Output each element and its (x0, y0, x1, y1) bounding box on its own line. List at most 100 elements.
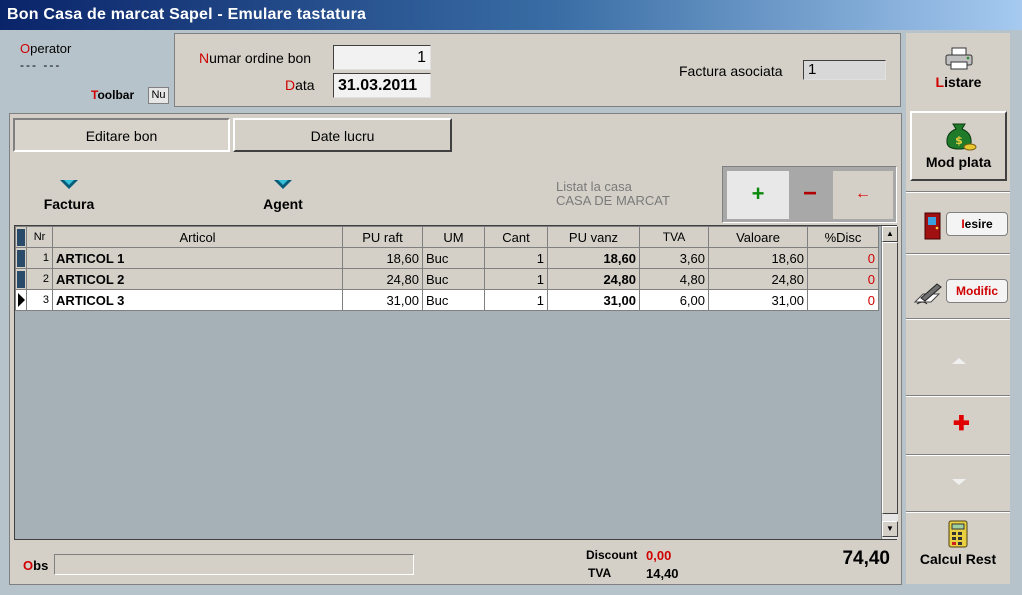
tab-date-lucru[interactable]: Date lucru (233, 118, 452, 152)
toolbar-toggle[interactable]: Nu (148, 87, 169, 104)
col-cant[interactable]: Cant (484, 226, 548, 248)
listare-button[interactable]: Listare (910, 33, 1007, 101)
agent-button[interactable]: Agent (233, 170, 333, 220)
cell-pu-raft[interactable]: 18,60 (342, 247, 423, 269)
items-table: Nr Articol PU raft UM Cant PU vanz TVA V… (15, 226, 879, 311)
listat-line1: Listat la casa (556, 179, 632, 194)
listare-label: Listare (910, 74, 1007, 90)
row-pointer-icon[interactable] (15, 289, 27, 311)
tab-editare-bon[interactable]: Editare bon (13, 118, 230, 152)
scroll-up-button[interactable]: ▲ (882, 226, 898, 242)
col-um[interactable]: UM (422, 226, 485, 248)
cell-cant[interactable]: 1 (484, 247, 548, 269)
cell-cant[interactable]: 1 (484, 268, 548, 290)
cell-pu-vanz[interactable]: 31,00 (547, 289, 640, 311)
iesire-label-text: esire (964, 217, 993, 231)
col-valoare[interactable]: Valoare (708, 226, 808, 248)
table-row-selected[interactable]: 3 ARTICOL 3 31,00 Buc 1 31,00 6,00 31,00… (15, 289, 879, 311)
toolbar-label-text: oolbar (97, 88, 135, 102)
items-grid: Nr Articol PU raft UM Cant PU vanz TVA V… (14, 225, 898, 540)
cell-nr[interactable]: 2 (26, 268, 53, 290)
cell-valoare[interactable]: 18,60 (708, 247, 808, 269)
operator-label: Operator (20, 41, 71, 56)
factura-button-label: Factura (43, 196, 95, 212)
tva-label: TVA (588, 566, 612, 580)
vertical-scrollbar[interactable]: ▲ ▼ (881, 226, 898, 539)
cell-valoare[interactable]: 24,80 (708, 268, 808, 290)
col-disc[interactable]: %Disc (807, 226, 879, 248)
cell-disc[interactable]: 0 (807, 268, 879, 290)
cell-disc[interactable]: 0 (807, 247, 879, 269)
triangle-down-icon (274, 180, 292, 189)
obs-field[interactable] (54, 554, 414, 575)
sidebar-divider (906, 253, 1010, 255)
cell-articol[interactable]: ARTICOL 1 (52, 247, 343, 269)
cell-nr[interactable]: 1 (26, 247, 53, 269)
scroll-thumb[interactable] (882, 242, 898, 514)
data-hotkey: D (285, 77, 296, 93)
cell-um[interactable]: Buc (422, 289, 485, 311)
row-indicator[interactable] (15, 247, 27, 269)
cell-um[interactable]: Buc (422, 268, 485, 290)
factura-asociata-field[interactable]: 1 (803, 60, 886, 80)
col-articol[interactable]: Articol (52, 226, 343, 248)
calcul-rest-button[interactable]: Calcul Rest (906, 520, 1010, 580)
right-sidebar: Listare $ Mod plata Iesire Modific ✚ Cal… (906, 33, 1010, 584)
cell-disc[interactable]: 0 (807, 289, 879, 311)
arrow-down-icon[interactable] (952, 479, 966, 485)
cell-pu-raft[interactable]: 24,80 (342, 268, 423, 290)
calculator-icon (948, 520, 968, 548)
listare-label-text: istare (944, 74, 982, 90)
cell-articol[interactable]: ARTICOL 2 (52, 268, 343, 290)
table-row[interactable]: 2 ARTICOL 2 24,80 Buc 1 24,80 4,80 24,80… (15, 268, 879, 290)
listat-line2: CASA DE MARCAT (556, 193, 670, 208)
discount-label: Discount (586, 548, 638, 562)
col-tva[interactable]: TVA (639, 226, 709, 248)
cell-tva[interactable]: 3,60 (639, 247, 709, 269)
col-pu-vanz[interactable]: PU vanz (547, 226, 640, 248)
factura-asociata-label: Factura asociata (679, 63, 783, 79)
operator-value: --- --- (20, 58, 62, 72)
plus-icon[interactable]: ✚ (953, 414, 970, 434)
sidebar-divider (906, 454, 1010, 456)
triangle-down-icon (60, 180, 78, 189)
cell-articol[interactable]: ARTICOL 3 (52, 289, 343, 311)
numar-ordine-field[interactable]: 1 (333, 45, 431, 70)
cell-pu-vanz[interactable]: 24,80 (547, 268, 640, 290)
add-row-button[interactable]: + (727, 171, 789, 219)
scroll-down-button[interactable]: ▼ (882, 521, 898, 537)
factura-button[interactable]: Factura (19, 170, 119, 220)
numar-hotkey: N (199, 50, 210, 66)
data-label-text: ata (295, 77, 315, 93)
cell-pu-vanz[interactable]: 18,60 (547, 247, 640, 269)
iesire-button[interactable]: Iesire (946, 212, 1008, 236)
cell-tva[interactable]: 4,80 (639, 268, 709, 290)
svg-text:$: $ (955, 134, 963, 147)
door-exit-icon (924, 212, 941, 240)
remove-row-button[interactable]: − (791, 171, 829, 219)
data-field[interactable]: 31.03.2011 (333, 73, 431, 98)
cell-nr[interactable]: 3 (26, 289, 53, 311)
arrow-up-icon[interactable] (952, 358, 966, 364)
total-value: 74,40 (842, 548, 890, 569)
cell-cant[interactable]: 1 (484, 289, 548, 311)
cell-valoare[interactable]: 31,00 (708, 289, 808, 311)
cell-tva[interactable]: 6,00 (639, 289, 709, 311)
back-button[interactable]: ← (833, 171, 893, 219)
modific-button[interactable]: Modific (946, 279, 1008, 303)
sidebar-divider (906, 191, 1010, 193)
table-row[interactable]: 1 ARTICOL 1 18,60 Buc 1 18,60 3,60 18,60… (15, 247, 879, 269)
data-label: Data (285, 77, 315, 93)
cell-pu-raft[interactable]: 31,00 (342, 289, 423, 311)
obs-hotkey: O (23, 558, 34, 573)
cell-um[interactable]: Buc (422, 247, 485, 269)
toolbar-label: Toolbar (91, 88, 134, 102)
col-nr[interactable]: Nr (26, 226, 53, 248)
col-pu-raft[interactable]: PU raft (342, 226, 423, 248)
mod-plata-button[interactable]: $ Mod plata (910, 111, 1007, 181)
sidebar-divider (906, 511, 1010, 513)
row-indicator[interactable] (15, 268, 27, 290)
main-window: Operator --- --- Toolbar Nu Numar ordine… (0, 30, 1022, 595)
mod-plata-label: Mod plata (925, 154, 992, 170)
numar-ordine-label: Numar ordine bon (199, 50, 311, 66)
